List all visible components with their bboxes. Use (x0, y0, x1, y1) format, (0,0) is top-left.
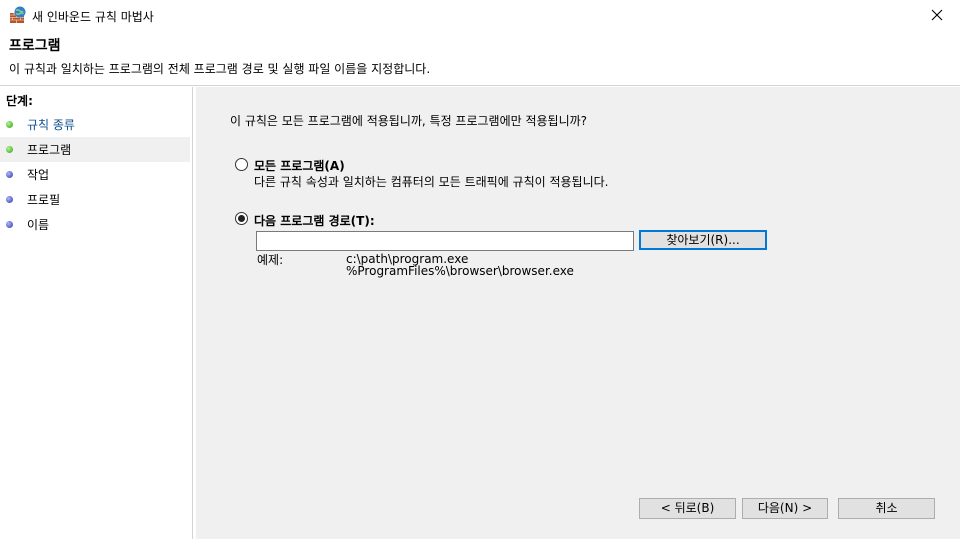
program-path-label[interactable]: 다음 프로그램 경로(T): (254, 212, 375, 229)
close-icon (931, 9, 943, 21)
sidebar-item-rule-type[interactable]: 규칙 종류 (0, 112, 190, 137)
main-content: 이 규칙은 모든 프로그램에 적용됩니까, 특정 프로그램에만 적용됩니까? 모… (196, 87, 960, 539)
sidebar-item-label: 작업 (27, 168, 50, 182)
firewall-icon (10, 6, 26, 23)
sidebar-item-label: 프로필 (27, 193, 61, 207)
steps-label: 단계: (6, 94, 33, 108)
step-complete-icon (6, 121, 13, 128)
example-path-2: %ProgramFiles%\browser\browser.exe (346, 264, 574, 278)
all-programs-radio[interactable] (235, 158, 248, 171)
step-pending-icon (6, 171, 13, 178)
page-title: 프로그램 (9, 38, 61, 54)
sidebar-item-profile: 프로필 (0, 187, 190, 212)
example-label: 예제: (257, 253, 284, 267)
title-bar: 새 인바운드 규칙 마법사 (0, 0, 960, 30)
steps-sidebar: 단계: 규칙 종류 프로그램 작업 프로필 이름 (0, 87, 193, 539)
close-button[interactable] (914, 0, 960, 30)
next-button[interactable]: 다음(N) > (742, 498, 828, 519)
program-path-radio[interactable] (235, 212, 248, 225)
sidebar-item-name: 이름 (0, 212, 190, 237)
sidebar-item-label: 프로그램 (27, 143, 72, 157)
cancel-button[interactable]: 취소 (838, 498, 935, 519)
sidebar-item-program[interactable]: 프로그램 (0, 137, 190, 162)
step-pending-icon (6, 221, 13, 228)
browse-button[interactable]: 찾아보기(R)... (639, 230, 767, 250)
sidebar-item-label: 규칙 종류 (27, 118, 75, 132)
step-complete-icon (6, 146, 13, 153)
all-programs-label[interactable]: 모든 프로그램(A) (254, 157, 345, 174)
all-programs-description: 다른 규칙 속성과 일치하는 컴퓨터의 모든 트래픽에 규칙이 적용됩니다. (254, 175, 609, 189)
step-pending-icon (6, 196, 13, 203)
window-title: 새 인바운드 규칙 마법사 (32, 10, 154, 24)
sidebar-item-label: 이름 (27, 218, 50, 232)
page-header: 프로그램 이 규칙과 일치하는 프로그램의 전체 프로그램 경로 및 실행 파일… (0, 30, 960, 86)
question-text: 이 규칙은 모든 프로그램에 적용됩니까, 특정 프로그램에만 적용됩니까? (230, 114, 588, 128)
back-button[interactable]: < 뒤로(B) (639, 498, 736, 519)
sidebar-item-action: 작업 (0, 162, 190, 187)
program-path-input[interactable] (256, 231, 634, 251)
page-description: 이 규칙과 일치하는 프로그램의 전체 프로그램 경로 및 실행 파일 이름을 … (9, 62, 431, 76)
